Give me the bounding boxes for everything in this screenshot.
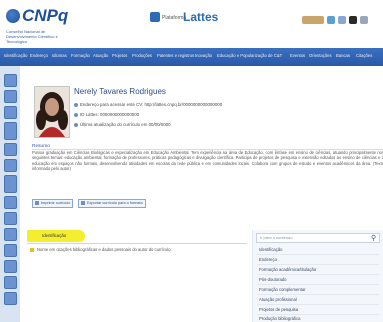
toolbar-home-icon[interactable] xyxy=(4,74,17,87)
nav-item-eventos[interactable]: Eventos xyxy=(290,53,305,58)
last-update-text: Última atualização do currículo em 00/00… xyxy=(80,122,171,127)
info-icon xyxy=(30,248,34,252)
index-item[interactable]: Projetos de pesquisa xyxy=(259,307,298,312)
index-divider xyxy=(257,274,379,275)
language-icon[interactable] xyxy=(338,16,346,24)
search-box-icon[interactable] xyxy=(302,16,324,24)
nav-item-orientacoes[interactable]: Orientações xyxy=(309,53,332,58)
clock-icon xyxy=(74,122,78,127)
nav-item-producoes[interactable]: Produções xyxy=(132,53,152,58)
toolbar-doc-icon[interactable] xyxy=(4,260,17,273)
cnpq-logo-icon[interactable] xyxy=(6,9,20,23)
last-update-line: Última atualização do currículo em 00/00… xyxy=(74,122,171,127)
index-item[interactable]: Identificação xyxy=(259,247,283,252)
lattes-id-text: ID Lattes: 0000000000000000 xyxy=(80,112,140,117)
page-header: CNPq Conselho Nacional de Desenvolviment… xyxy=(0,0,383,48)
cnpq-logo[interactable]: CNPq xyxy=(22,6,68,26)
export-cv-button[interactable]: Exportar currículo para o formato xyxy=(78,199,146,208)
toolbar-profile-icon[interactable] xyxy=(4,90,17,103)
index-item[interactable]: Pós-doutorado xyxy=(259,277,286,282)
toolbar-help-icon[interactable] xyxy=(4,292,17,305)
nav-item-inovacao[interactable]: Inovação xyxy=(195,53,212,58)
section-tab-label: Identificação xyxy=(42,233,67,238)
nav-item-educacao[interactable]: Educação e Popularização de C&T xyxy=(217,53,282,58)
index-divider xyxy=(257,304,379,305)
lattes-id-line: ID Lattes: 0000000000000000 xyxy=(74,112,139,117)
print-icon xyxy=(35,201,39,205)
print-cv-label: Imprimir currículo xyxy=(41,201,71,205)
person-photo-icon xyxy=(35,87,69,137)
profile-photo xyxy=(34,86,70,138)
toolbar-export-icon[interactable] xyxy=(4,122,17,140)
nav-item-projetos[interactable]: Projetos xyxy=(112,53,127,58)
share-icon[interactable] xyxy=(360,16,368,24)
index-divider xyxy=(257,254,379,255)
cnpq-subtitle: Conselho Nacional de Desenvolvimento Cie… xyxy=(6,29,58,44)
index-item[interactable]: Atuação profissional xyxy=(259,297,297,302)
profile-panel: Nerely Tavares Rodrigues Endereço para a… xyxy=(22,71,383,237)
nav-item-atuacao[interactable]: Atuação xyxy=(93,53,108,58)
index-item[interactable]: Endereço xyxy=(259,257,277,262)
index-item[interactable]: Formação complementar xyxy=(259,287,306,292)
help-icon[interactable] xyxy=(327,16,335,24)
toolbar-users-icon[interactable] xyxy=(4,228,17,241)
header-tools xyxy=(302,16,376,26)
cv-address-line[interactable]: Endereço para acessar este CV: http://la… xyxy=(74,102,222,107)
toolbar-graph-icon[interactable] xyxy=(4,212,17,225)
toolbar-print-icon[interactable] xyxy=(4,106,17,119)
toolbar-star-icon[interactable] xyxy=(4,159,17,172)
cv-address-text: Endereço para acessar este CV: http://la… xyxy=(80,102,223,107)
index-search-input[interactable]: Ir para o conteúdo ⚲ xyxy=(256,233,380,243)
content-index-panel: Ir para o conteúdo ⚲ Identificação Ender… xyxy=(252,230,383,322)
toolbar-mail-icon[interactable] xyxy=(4,196,17,209)
section-note-text: Nome em citações bibliográficas e dados … xyxy=(37,247,171,252)
section-note: Nome em citações bibliográficas e dados … xyxy=(30,247,171,252)
index-divider xyxy=(257,264,379,265)
index-search-placeholder: Ir para o conteúdo xyxy=(260,235,293,240)
link-icon xyxy=(74,102,78,107)
researcher-name: Nerely Tavares Rodrigues xyxy=(74,87,166,96)
nav-item-idiomas[interactable]: Idiomas xyxy=(52,53,67,58)
section-divider xyxy=(27,243,247,244)
identification-section: Identificação Nome em citações bibliográ… xyxy=(22,230,248,322)
nav-item-patentes[interactable]: Patentes e registros xyxy=(157,53,194,58)
index-divider xyxy=(257,284,379,285)
index-divider xyxy=(257,294,379,295)
nav-item-identificacao[interactable]: Identificação xyxy=(4,53,28,58)
nav-item-endereco[interactable]: Endereço xyxy=(30,53,48,58)
toolbar-settings-icon[interactable] xyxy=(4,244,17,257)
export-icon xyxy=(81,201,85,205)
left-toolbar xyxy=(0,66,20,322)
nav-item-formacao[interactable]: Formação xyxy=(71,53,90,58)
lattes-logo-text: Lattes xyxy=(183,10,219,24)
nav-item-citacoes[interactable]: Citações xyxy=(356,53,372,58)
section-nav-bar: Identificação Endereço Idiomas Formação … xyxy=(0,48,383,66)
nav-item-bancas[interactable]: Bancas xyxy=(336,53,350,58)
lattes-logo-icon xyxy=(150,12,160,22)
search-icon[interactable]: ⚲ xyxy=(371,234,376,242)
toolbar-list-icon[interactable] xyxy=(4,175,17,193)
print-cv-button[interactable]: Imprimir currículo xyxy=(32,199,74,208)
toolbar-info-icon[interactable] xyxy=(4,276,17,289)
index-item[interactable]: Formação acadêmica/titulação xyxy=(259,267,316,272)
lattes-logo[interactable]: Plataforma Lattes xyxy=(150,10,250,26)
summary-text: Possui graduação em Ciências Biológicas … xyxy=(32,150,383,171)
id-icon xyxy=(74,112,78,117)
print-icon[interactable] xyxy=(349,16,357,24)
index-divider xyxy=(257,314,379,315)
export-cv-label: Exportar currículo para o formato xyxy=(87,201,143,205)
index-item[interactable]: Produção bibliográfica xyxy=(259,316,300,321)
toolbar-search-icon[interactable] xyxy=(4,143,17,156)
